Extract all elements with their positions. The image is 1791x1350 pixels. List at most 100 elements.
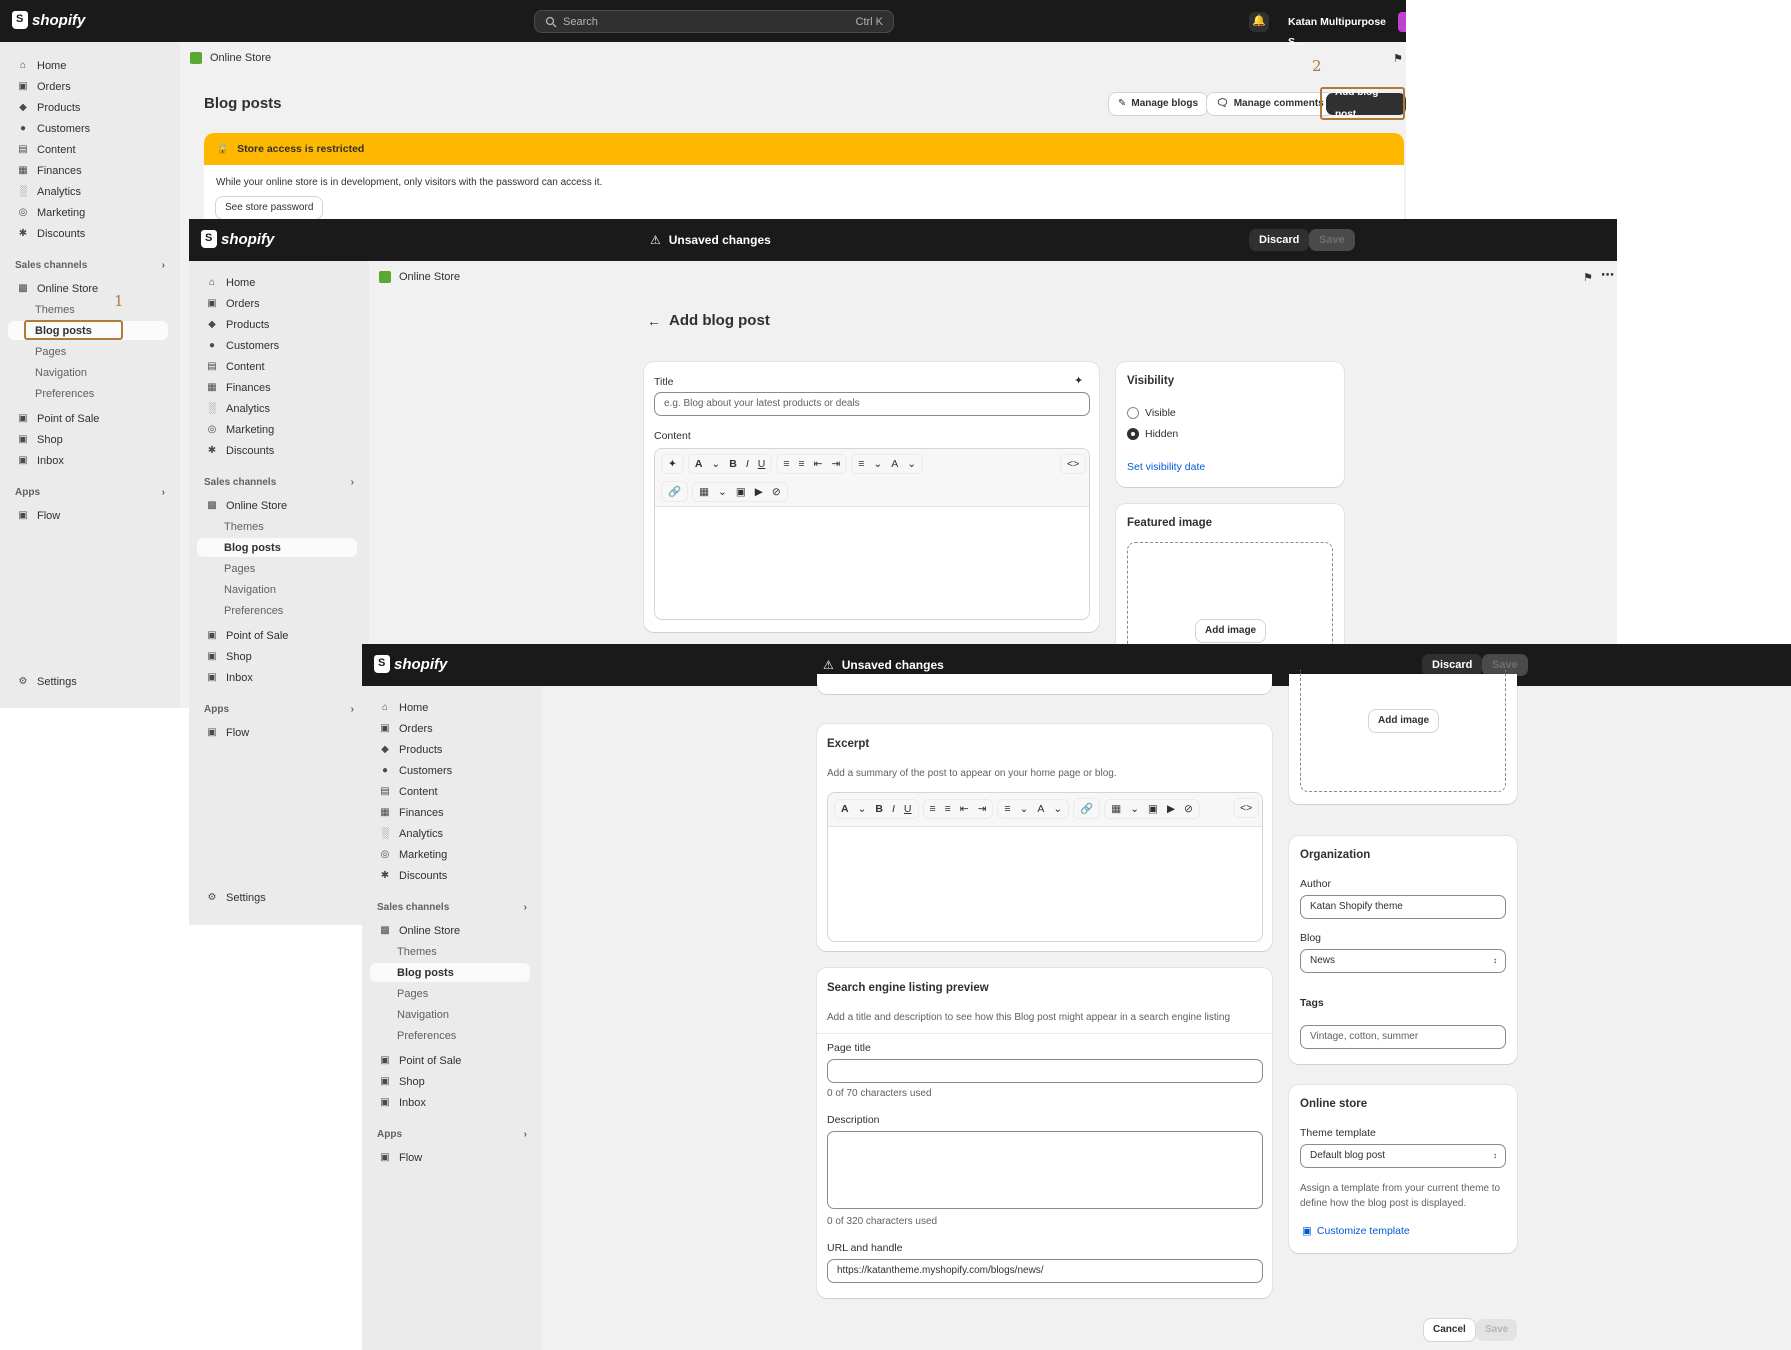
- nav-inbox[interactable]: ▣ Inbox: [197, 668, 357, 687]
- nav-marketing[interactable]: ◎ Marketing: [197, 420, 357, 439]
- hidden-radio[interactable]: [1127, 428, 1139, 440]
- breadcrumb[interactable]: Online Store: [379, 271, 460, 283]
- theme-template-select[interactable]: Default blog post ↕: [1300, 1144, 1506, 1168]
- nav-marketing[interactable]: ◎ Marketing: [8, 203, 168, 222]
- nav-discounts[interactable]: ✱ Discounts: [8, 224, 168, 243]
- nav-flow[interactable]: ▣ Flow: [370, 1148, 530, 1167]
- nav-navigation[interactable]: Navigation: [8, 363, 168, 382]
- text-format-group[interactable]: A ⌄ B I U: [687, 454, 773, 474]
- link-icon[interactable]: 🔗: [661, 481, 689, 502]
- nav-point-of-sale[interactable]: ▣ Point of Sale: [370, 1051, 530, 1070]
- nav-pages[interactable]: Pages: [197, 559, 357, 578]
- page-title-input[interactable]: [827, 1059, 1263, 1083]
- nav-customers[interactable]: ● Customers: [197, 336, 357, 355]
- nav-discounts[interactable]: ✱ Discounts: [370, 866, 530, 885]
- nav-point-of-sale[interactable]: ▣ Point of Sale: [8, 409, 168, 428]
- nav-themes[interactable]: Themes: [197, 517, 357, 536]
- nav-themes[interactable]: Themes: [8, 300, 168, 319]
- nav-orders[interactable]: ▣ Orders: [197, 294, 357, 313]
- nav-products[interactable]: ◆ Products: [197, 315, 357, 334]
- list-group[interactable]: ≡ ≡ ⇤ ⇥: [922, 798, 994, 819]
- nav-shop[interactable]: ▣ Shop: [8, 430, 168, 449]
- cancel-button[interactable]: Cancel: [1424, 1319, 1475, 1341]
- sales-channels-heading[interactable]: Sales channels ›: [15, 260, 165, 271]
- list-group[interactable]: ≡ ≡ ⇤ ⇥: [776, 454, 848, 474]
- nav-navigation[interactable]: Navigation: [370, 1005, 530, 1024]
- nav-blog-posts[interactable]: Blog posts: [197, 538, 357, 557]
- align-color-group[interactable]: ≡ ⌄ A ⌄: [851, 454, 924, 474]
- apps-heading[interactable]: Apps ›: [377, 1129, 527, 1140]
- nav-orders[interactable]: ▣ Orders: [370, 719, 530, 738]
- nav-finances[interactable]: ▦ Finances: [197, 378, 357, 397]
- code-view-icon[interactable]: <>: [1060, 454, 1087, 474]
- nav-blog-posts[interactable]: Blog posts: [370, 963, 530, 982]
- nav-finances[interactable]: ▦ Finances: [8, 161, 168, 180]
- more-actions-icon[interactable]: ⋯: [1601, 267, 1614, 283]
- add-image-button[interactable]: Add image: [1369, 710, 1439, 732]
- breadcrumb[interactable]: Online Store: [190, 52, 271, 64]
- back-arrow-icon[interactable]: ←: [647, 313, 661, 329]
- pin-icon[interactable]: ⚑: [1393, 52, 1403, 65]
- description-textarea[interactable]: [827, 1131, 1263, 1209]
- avatar[interactable]: [1398, 12, 1406, 32]
- author-input[interactable]: Katan Shopify theme: [1300, 895, 1506, 919]
- apps-heading[interactable]: Apps ›: [204, 704, 354, 715]
- nav-finances[interactable]: ▦ Finances: [370, 803, 530, 822]
- nav-settings[interactable]: ⚙ Settings: [8, 672, 168, 691]
- nav-navigation[interactable]: Navigation: [197, 580, 357, 599]
- pin-icon[interactable]: ⚑: [1583, 271, 1593, 284]
- nav-online-store[interactable]: ▩ Online Store: [8, 279, 168, 298]
- url-handle-input[interactable]: https://katantheme.myshopify.com/blogs/n…: [827, 1259, 1263, 1283]
- nav-online-store[interactable]: ▩ Online Store: [370, 921, 530, 940]
- nav-analytics[interactable]: ░ Analytics: [8, 182, 168, 201]
- nav-point-of-sale[interactable]: ▣ Point of Sale: [197, 626, 357, 645]
- tags-input[interactable]: Vintage, cotton, summer: [1300, 1025, 1506, 1049]
- nav-customers[interactable]: ● Customers: [370, 761, 530, 780]
- content-editor[interactable]: ✦ A ⌄ B I U ≡ ≡ ⇤ ⇥ ≡ ⌄ A ⌄ <> 🔗 ▦ ⌄ ▣ ▶ ⊘: [654, 448, 1090, 620]
- nav-flow[interactable]: ▣ Flow: [197, 723, 357, 742]
- shopify-logo[interactable]: shopify: [374, 655, 447, 673]
- nav-preferences[interactable]: Preferences: [197, 601, 357, 620]
- nav-preferences[interactable]: Preferences: [370, 1026, 530, 1045]
- insert-group[interactable]: ▦ ⌄ ▣ ▶ ⊘: [692, 481, 788, 502]
- nav-preferences[interactable]: Preferences: [8, 384, 168, 403]
- excerpt-editor[interactable]: A ⌄ B I U ≡ ≡ ⇤ ⇥ ≡ ⌄ A ⌄ 🔗 ▦ ⌄ ▣ ▶ ⊘ <>: [827, 792, 1263, 942]
- align-color-group[interactable]: ≡ ⌄ A ⌄: [997, 798, 1070, 819]
- shopify-logo[interactable]: shopify: [12, 11, 85, 29]
- nav-analytics[interactable]: ░ Analytics: [370, 824, 530, 843]
- save-button-bottom[interactable]: Save: [1476, 1319, 1518, 1341]
- manage-blogs-button[interactable]: ✎ Manage blogs: [1109, 93, 1208, 115]
- discard-button[interactable]: Discard: [1249, 229, 1310, 251]
- nav-pages[interactable]: Pages: [370, 984, 530, 1003]
- customize-template-link[interactable]: ▣ Customize template: [1302, 1225, 1410, 1237]
- add-image-button[interactable]: Add image: [1196, 620, 1266, 642]
- save-button[interactable]: Save: [1309, 229, 1355, 251]
- set-visibility-date-link[interactable]: Set visibility date: [1127, 461, 1205, 473]
- nav-shop[interactable]: ▣ Shop: [197, 647, 357, 666]
- nav-themes[interactable]: Themes: [370, 942, 530, 961]
- code-view-icon[interactable]: <>: [1233, 798, 1260, 818]
- nav-products[interactable]: ◆ Products: [8, 98, 168, 117]
- store-menu[interactable]: Katan Multipurpose S...: [1280, 12, 1406, 48]
- sales-channels-heading[interactable]: Sales channels ›: [377, 902, 527, 913]
- manage-comments-button[interactable]: 🗨 Manage comments: [1207, 93, 1333, 115]
- nav-analytics[interactable]: ░ Analytics: [197, 399, 357, 418]
- blog-select[interactable]: News ↕: [1300, 949, 1506, 973]
- ai-generate-icon[interactable]: ✦: [661, 454, 684, 474]
- nav-content[interactable]: ▤ Content: [8, 140, 168, 159]
- title-input[interactable]: e.g. Blog about your latest products or …: [654, 392, 1090, 416]
- nav-inbox[interactable]: ▣ Inbox: [8, 451, 168, 470]
- sales-channels-heading[interactable]: Sales channels ›: [204, 477, 354, 488]
- nav-shop[interactable]: ▣ Shop: [370, 1072, 530, 1091]
- insert-group[interactable]: ▦ ⌄ ▣ ▶ ⊘: [1104, 798, 1200, 819]
- notifications-bell-icon[interactable]: 🔔: [1249, 12, 1269, 32]
- nav-online-store[interactable]: ▩ Online Store: [197, 496, 357, 515]
- nav-settings[interactable]: ⚙ Settings: [197, 888, 357, 907]
- nav-content[interactable]: ▤ Content: [197, 357, 357, 376]
- nav-home[interactable]: ⌂ Home: [8, 56, 168, 75]
- nav-products[interactable]: ◆ Products: [370, 740, 530, 759]
- nav-orders[interactable]: ▣ Orders: [8, 77, 168, 96]
- nav-content[interactable]: ▤ Content: [370, 782, 530, 801]
- ai-sparkle-icon[interactable]: ✦: [1074, 374, 1083, 387]
- nav-discounts[interactable]: ✱ Discounts: [197, 441, 357, 460]
